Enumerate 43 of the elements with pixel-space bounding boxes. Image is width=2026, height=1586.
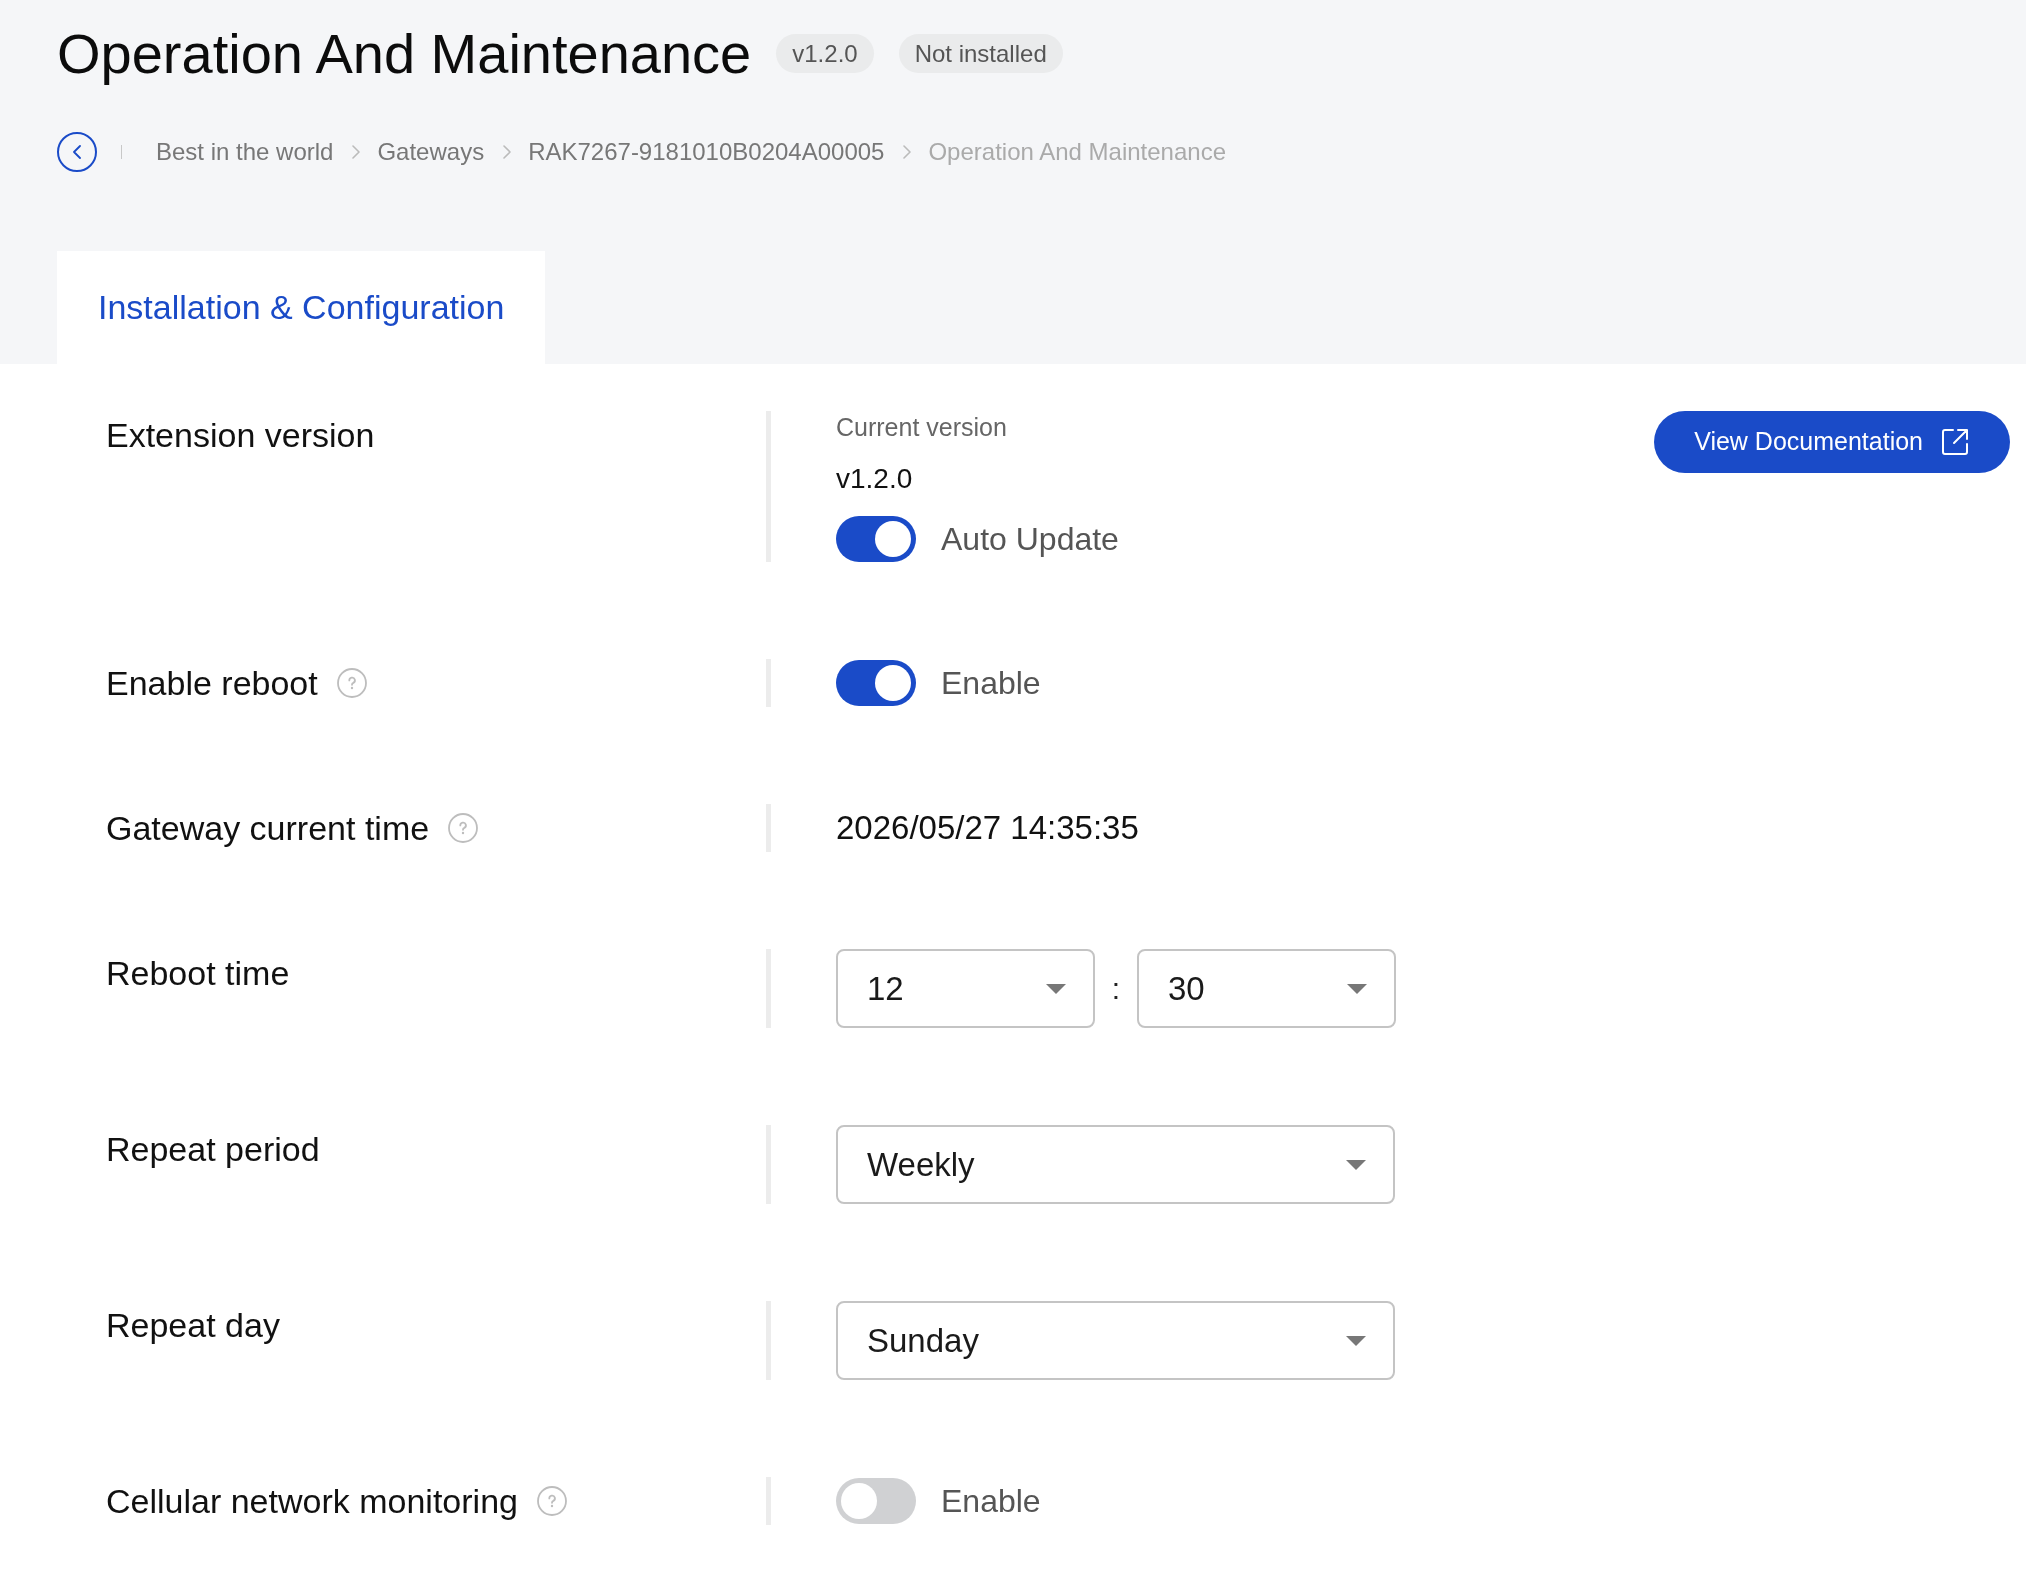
chevron-right-icon — [903, 145, 912, 159]
toggle-switch[interactable] — [836, 660, 916, 706]
setting-label: Repeat period — [106, 1129, 320, 1170]
chevron-left-icon — [73, 145, 81, 159]
breadcrumb-link[interactable]: RAK7267-9181010B0204A00005 — [528, 137, 885, 167]
select-dropdown[interactable]: Sunday — [836, 1301, 1395, 1380]
select-dropdown[interactable]: Weekly — [836, 1125, 1395, 1204]
breadcrumb-link[interactable]: Best in the world — [156, 137, 334, 167]
caret-icon — [1346, 1335, 1366, 1346]
help-icon[interactable] — [536, 1486, 567, 1516]
time-value: 2026/05/27 14:35:35 — [836, 808, 1140, 848]
setting-label: Gateway current time — [106, 808, 430, 849]
external-link-icon — [1941, 428, 1969, 456]
status-badge: Not installed — [898, 34, 1063, 73]
setting-label: Cellular network monitoring — [106, 1481, 518, 1522]
version-value: v1.2.0 — [836, 462, 914, 496]
caret-icon — [1347, 983, 1367, 994]
setting-label: Reboot time — [106, 953, 290, 994]
chevron-right-icon — [352, 145, 361, 159]
toggle-switch[interactable] — [836, 516, 916, 562]
time-separator: : — [1110, 971, 1122, 1007]
tab[interactable]: Installation & Configuration — [57, 251, 546, 364]
caret-icon — [1346, 1159, 1366, 1170]
setting-label: Extension version — [106, 415, 375, 456]
view-documentation-button[interactable]: View Documentation — [1654, 411, 2010, 473]
back-button[interactable] — [57, 132, 97, 172]
chevron-right-icon — [503, 145, 512, 159]
hour-dropdown[interactable]: 12 — [836, 949, 1095, 1028]
help-icon[interactable] — [448, 813, 479, 843]
caret-icon — [1046, 983, 1066, 994]
minute-dropdown[interactable]: 30 — [1137, 949, 1396, 1028]
breadcrumb-link[interactable]: Gateways — [377, 137, 485, 167]
toggle-switch[interactable] — [836, 1478, 916, 1524]
toggle-label: Enable — [941, 1482, 1041, 1521]
breadcrumb-current: Operation And Maintenance — [928, 137, 1226, 167]
help-icon[interactable] — [336, 668, 367, 698]
page-title: Operation And Maintenance — [57, 21, 752, 87]
status-badge: v1.2.0 — [776, 34, 874, 73]
toggle-label: Auto Update — [941, 520, 1119, 559]
toggle-label: Enable — [941, 664, 1041, 703]
setting-label: Enable reboot — [106, 663, 318, 704]
setting-label: Repeat day — [106, 1305, 280, 1346]
version-caption: Current version — [836, 412, 1008, 443]
